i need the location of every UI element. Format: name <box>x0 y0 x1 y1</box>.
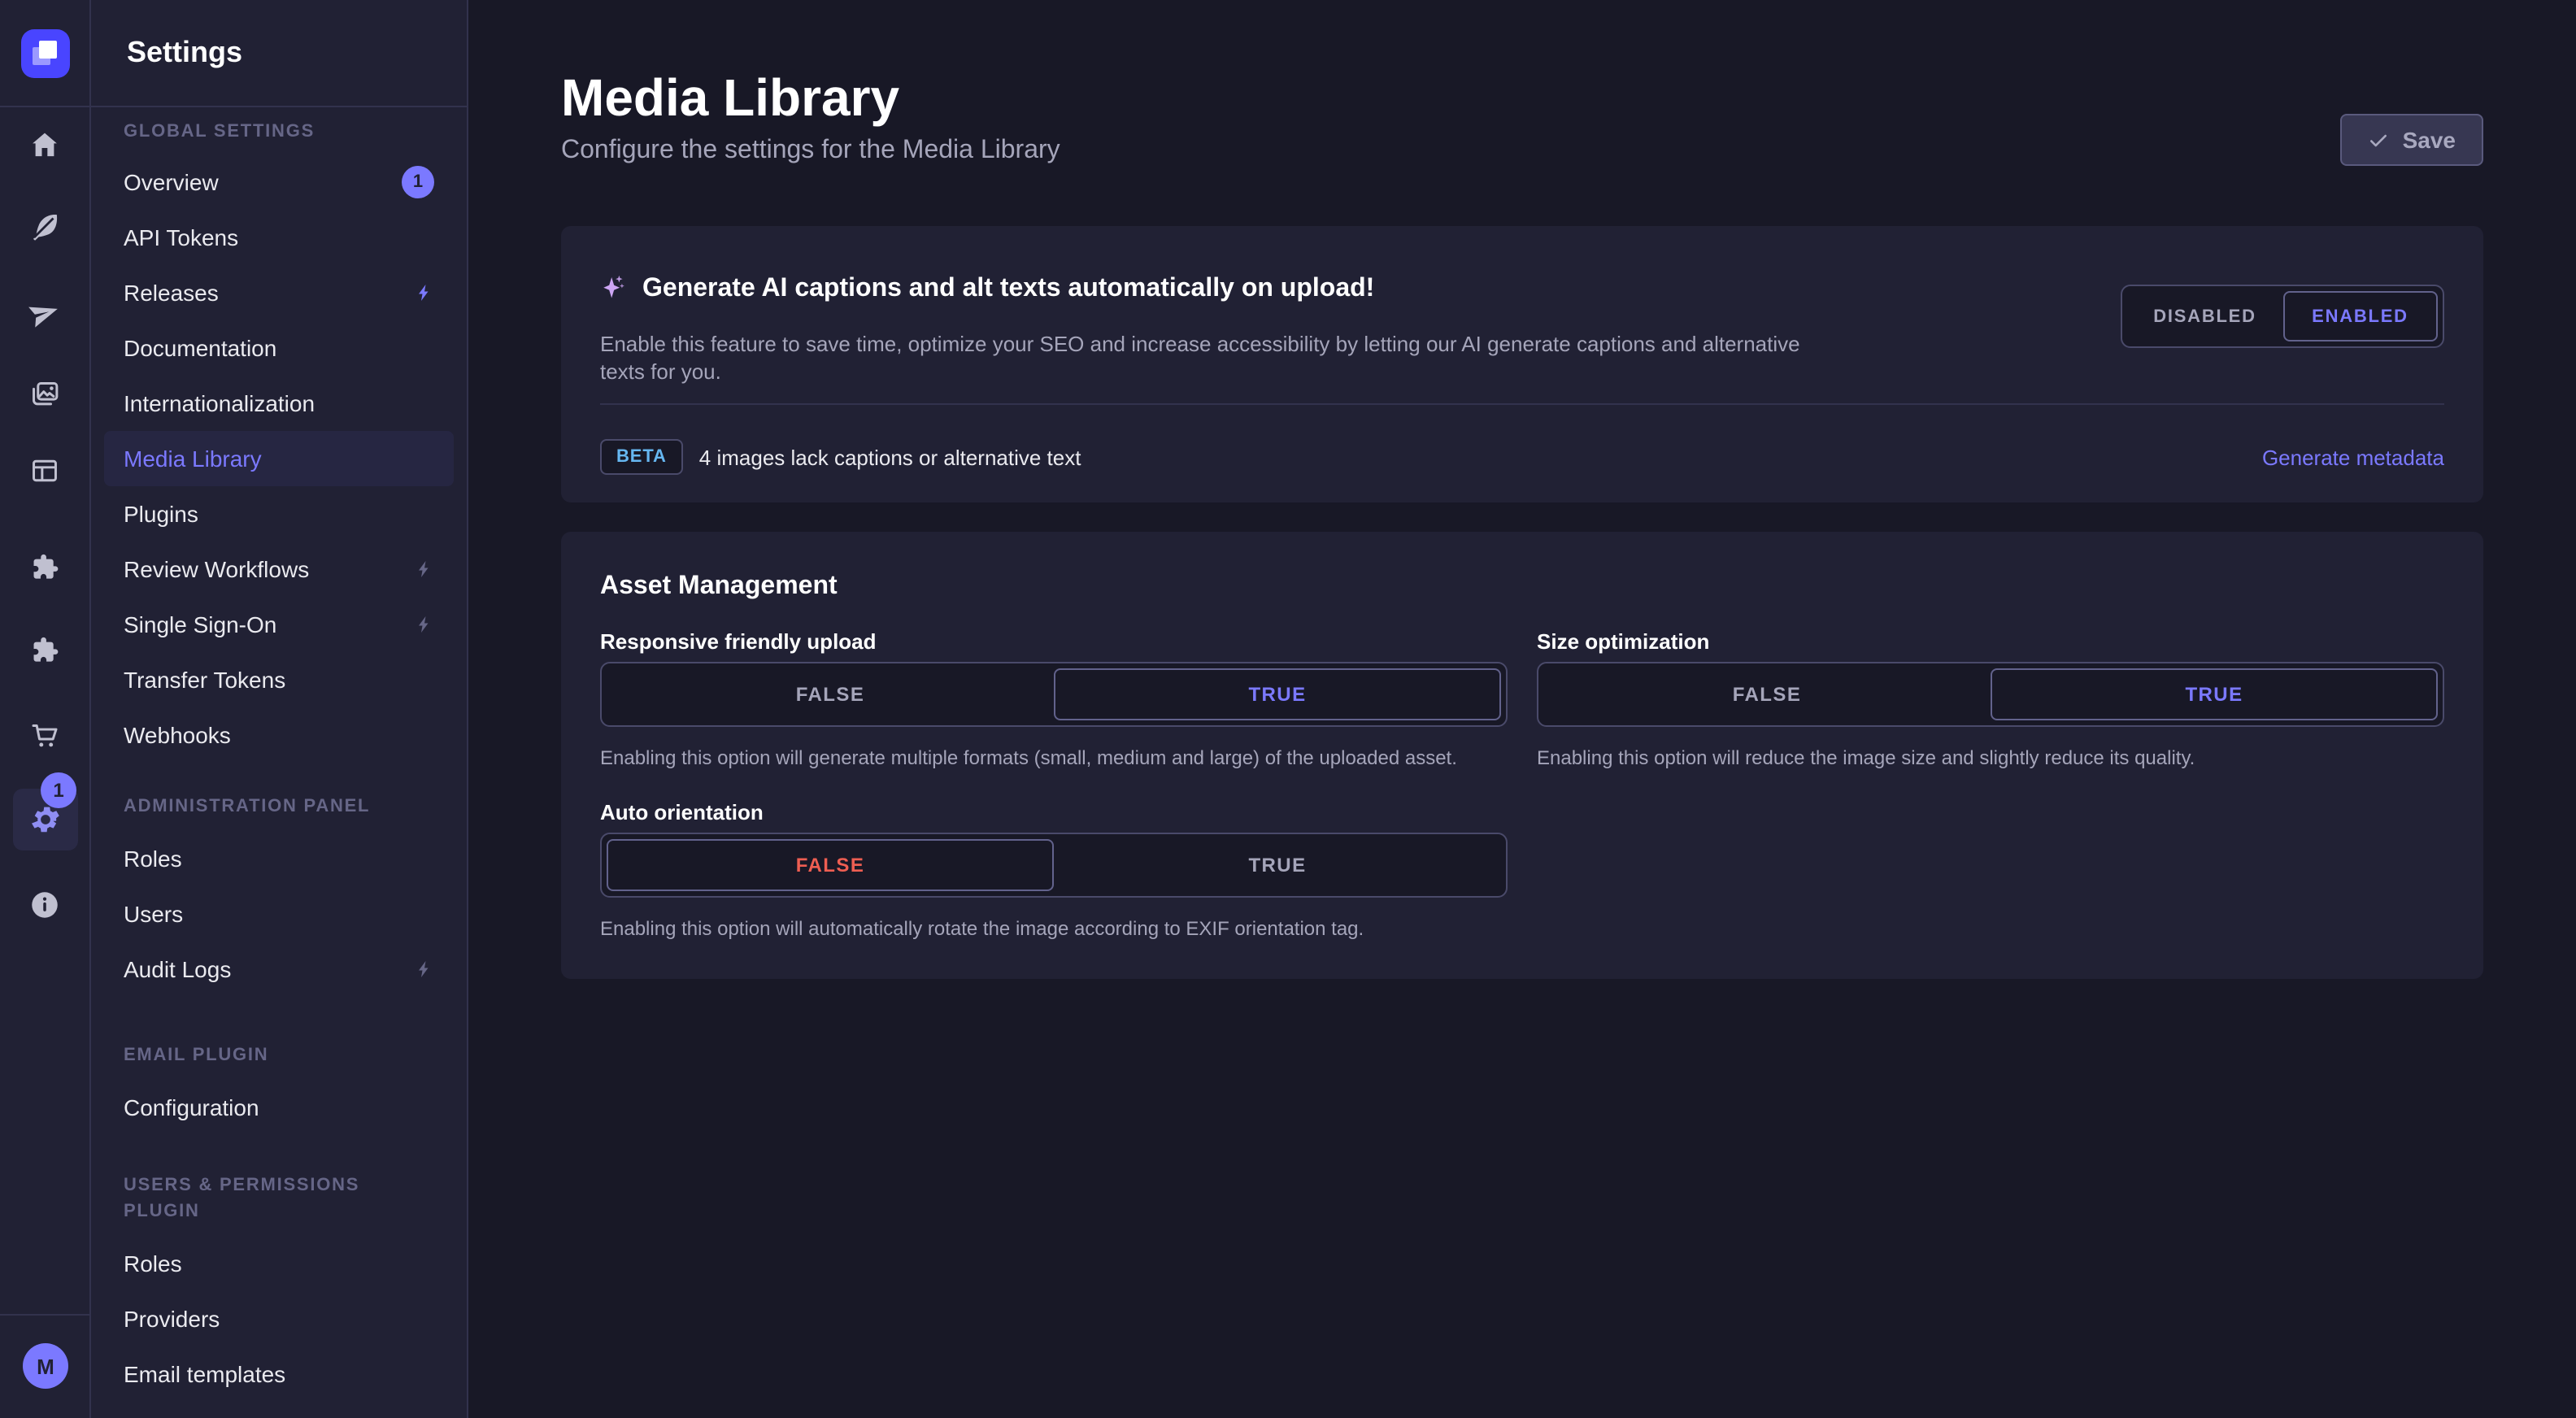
sidebar-item-overview[interactable]: Overview 1 <box>104 154 454 210</box>
size-optimization-false-option[interactable]: FALSE <box>1543 668 1991 720</box>
lightning-icon <box>415 281 434 304</box>
sidebar-item-advanced-settings[interactable]: Advanced settings <box>104 1402 454 1418</box>
auto-orientation-true-option[interactable]: TRUE <box>1054 839 1501 891</box>
sidebar-item-audit-logs[interactable]: Audit Logs <box>104 942 454 997</box>
auto-orientation-toggle: FALSE TRUE <box>600 833 1508 898</box>
check-icon <box>2369 129 2390 150</box>
feather-icon[interactable] <box>27 208 63 244</box>
ai-toggle-enabled-option[interactable]: ENABLED <box>2282 291 2438 341</box>
asset-management-title: Asset Management <box>600 571 2444 603</box>
field-label: Auto orientation <box>600 800 1508 826</box>
sidebar-header: Settings <box>91 0 467 107</box>
generate-metadata-link[interactable]: Generate metadata <box>2262 445 2444 469</box>
layout-icon[interactable] <box>27 452 63 488</box>
ai-banner-card: Generate AI captions and alt texts autom… <box>561 226 2483 502</box>
section-label-administration-panel: ADMINISTRATION PANEL <box>124 794 434 820</box>
page-subtitle: Configure the settings for the Media Lib… <box>561 135 2483 167</box>
field-size-optimization: Size optimization FALSE TRUE Enabling th… <box>1537 629 2444 771</box>
auto-orientation-false-option[interactable]: FALSE <box>607 839 1054 891</box>
size-optimization-toggle: FALSE TRUE <box>1537 662 2444 727</box>
sidebar-item-configuration[interactable]: Configuration <box>104 1080 454 1135</box>
ai-sparkle-icon <box>600 273 628 317</box>
sidebar-item-users[interactable]: Users <box>104 886 454 942</box>
page-title: Media Library <box>561 72 2483 125</box>
lightning-icon <box>415 613 434 636</box>
user-avatar[interactable]: M <box>23 1343 68 1389</box>
settings-sidebar: Settings GLOBAL SETTINGS Overview 1 API … <box>91 0 468 1418</box>
section-label-global-settings: GLOBAL SETTINGS <box>124 119 434 145</box>
sidebar-title: Settings <box>127 36 242 70</box>
lightning-icon <box>415 958 434 981</box>
sidebar-item-media-library[interactable]: Media Library <box>104 431 454 486</box>
responsive-upload-toggle: FALSE TRUE <box>600 662 1508 727</box>
size-optimization-true-option[interactable]: TRUE <box>1991 668 2438 720</box>
sidebar-item-webhooks[interactable]: Webhooks <box>104 707 454 763</box>
sidebar-item-documentation[interactable]: Documentation <box>104 320 454 376</box>
strapi-logo-shape-front <box>38 40 56 58</box>
main-content: Media Library Configure the settings for… <box>468 0 2576 1418</box>
icon-rail: 1 M <box>0 0 91 1418</box>
sidebar-item-review-workflows[interactable]: Review Workflows <box>104 542 454 597</box>
sidebar-item-api-tokens[interactable]: API Tokens <box>104 210 454 265</box>
purchases-cart-icon[interactable] <box>27 716 63 751</box>
settings-notification-badge: 1 <box>41 772 76 808</box>
paper-plane-icon[interactable] <box>27 294 63 330</box>
ai-banner-description: Enable this feature to save time, optimi… <box>600 330 1804 385</box>
field-hint: Enabling this option will automatically … <box>600 917 1478 942</box>
ai-toggle-disabled-option[interactable]: DISABLED <box>2127 291 2282 341</box>
grid-empty-cell <box>1537 800 2444 942</box>
ai-banner-title: Generate AI captions and alt texts autom… <box>642 273 1374 306</box>
ai-captions-toggle: DISABLED ENABLED <box>2121 285 2444 348</box>
strapi-logo[interactable] <box>20 28 69 77</box>
media-library-icon[interactable] <box>27 376 63 411</box>
sidebar-item-roles-uperm[interactable]: Roles <box>104 1236 454 1291</box>
home-icon[interactable] <box>27 127 63 163</box>
lightning-icon <box>415 558 434 581</box>
field-label: Responsive friendly upload <box>600 629 1508 655</box>
field-label: Size optimization <box>1537 629 2444 655</box>
field-auto-orientation: Auto orientation FALSE TRUE Enabling thi… <box>600 800 1508 942</box>
sidebar-item-internationalization[interactable]: Internationalization <box>104 376 454 431</box>
asset-fields-grid: Responsive friendly upload FALSE TRUE En… <box>600 629 2444 942</box>
banner-divider <box>600 403 2444 405</box>
field-hint: Enabling this option will reduce the ima… <box>1537 746 2415 771</box>
logo-cell <box>0 0 89 107</box>
marketplace-puzzle-icon[interactable] <box>27 633 63 668</box>
field-responsive-friendly-upload: Responsive friendly upload FALSE TRUE En… <box>600 629 1508 771</box>
overview-count-badge: 1 <box>402 166 434 198</box>
sidebar-item-single-sign-on[interactable]: Single Sign-On <box>104 597 454 652</box>
sidebar-item-providers[interactable]: Providers <box>104 1291 454 1346</box>
rail-divider <box>0 1314 91 1316</box>
section-label-users-permissions-plugin: USERS & PERMISSIONS PLUGIN <box>124 1172 434 1224</box>
responsive-upload-false-option[interactable]: FALSE <box>607 668 1054 720</box>
responsive-upload-true-option[interactable]: TRUE <box>1054 668 1501 720</box>
sidebar-item-roles-admin[interactable]: Roles <box>104 831 454 886</box>
info-icon[interactable] <box>27 886 63 922</box>
sidebar-item-plugins[interactable]: Plugins <box>104 486 454 542</box>
save-button[interactable]: Save <box>2341 114 2483 166</box>
field-hint: Enabling this option will generate multi… <box>600 746 1478 771</box>
asset-management-card: Asset Management Responsive friendly upl… <box>561 532 2483 979</box>
missing-captions-status: 4 images lack captions or alternative te… <box>699 445 1081 469</box>
beta-badge: BETA <box>600 439 683 475</box>
beta-row: BETA 4 images lack captions or alternati… <box>600 439 2444 475</box>
sidebar-item-transfer-tokens[interactable]: Transfer Tokens <box>104 652 454 707</box>
app-window: 1 M Settings GLOBAL SETTINGS Overview 1 … <box>0 0 2576 1418</box>
plugins-puzzle-icon[interactable] <box>27 550 63 585</box>
section-label-email-plugin: EMAIL PLUGIN <box>124 1042 434 1068</box>
sidebar-item-releases[interactable]: Releases <box>104 265 454 320</box>
sidebar-item-email-templates[interactable]: Email templates <box>104 1346 454 1402</box>
